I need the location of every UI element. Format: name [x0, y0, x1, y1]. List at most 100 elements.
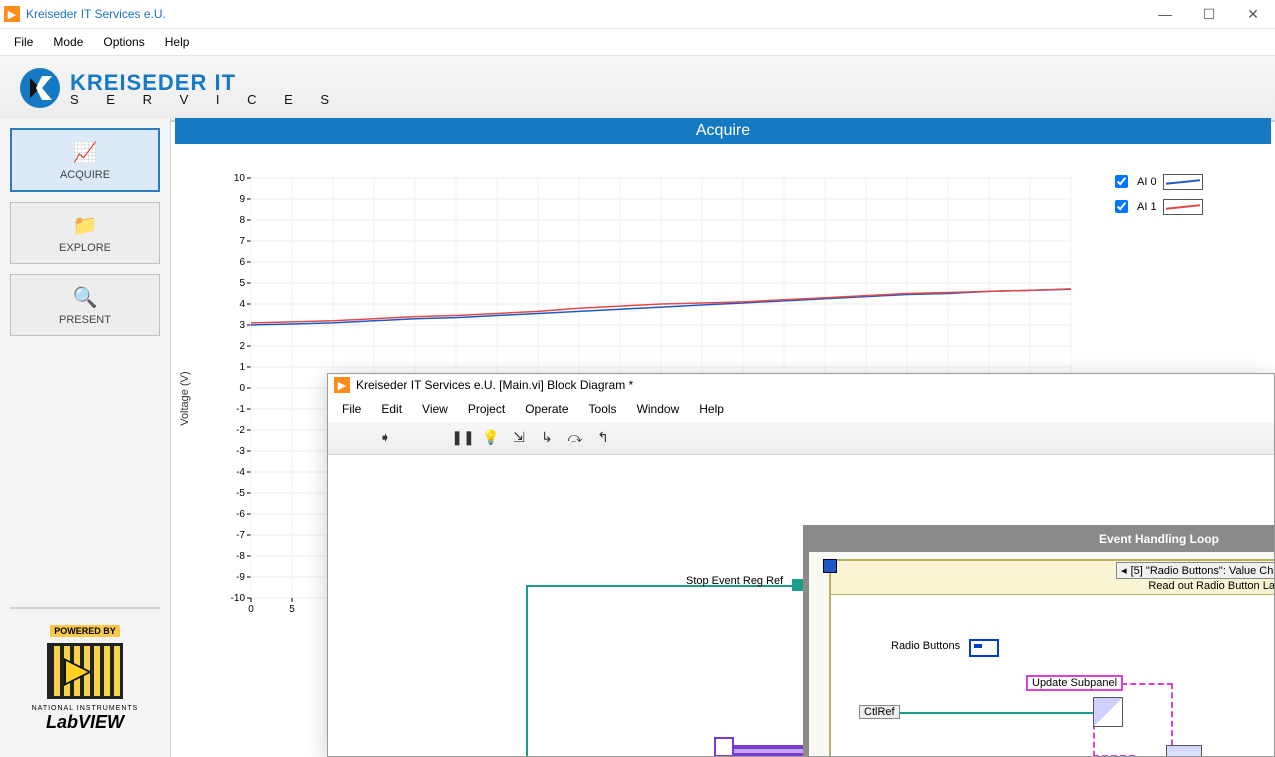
step-out-icon[interactable]: ↰ [594, 428, 612, 446]
svg-text:10: 10 [234, 173, 246, 184]
subpanel-vi-node[interactable] [1166, 745, 1202, 756]
sidebar-item-acquire[interactable]: 📈 ACQUIRE [10, 128, 160, 192]
block-diagram-window[interactable]: ▶ Kreiseder IT Services e.U. [Main.vi] B… [327, 373, 1275, 757]
svg-text:7: 7 [239, 236, 245, 247]
legend-item-ai1[interactable]: AI 1 [1111, 197, 1203, 216]
legend-item-ai0[interactable]: AI 0 [1111, 172, 1203, 191]
event-prev-icon[interactable]: ◂ [1121, 564, 1127, 577]
highlight-icon[interactable]: 💡 [482, 428, 500, 446]
sub-menu-file[interactable]: File [334, 400, 369, 418]
menubar: File Mode Options Help [0, 29, 1275, 56]
y-axis-label: Voltage (V) [179, 371, 191, 425]
menu-file[interactable]: File [6, 33, 41, 51]
app-icon: ▶ [4, 6, 20, 22]
svg-text:-10: -10 [231, 593, 246, 604]
svg-text:3: 3 [239, 320, 245, 331]
subwin-icon: ▶ [334, 377, 350, 393]
svg-text:-3: -3 [236, 446, 245, 457]
legend-checkbox-ai0[interactable] [1115, 175, 1128, 188]
sub-menu-project[interactable]: Project [460, 400, 513, 418]
subwin-menubar: File Edit View Project Operate Tools Win… [328, 396, 1274, 422]
svg-text:4: 4 [239, 299, 245, 310]
sidebar: 📈 ACQUIRE 📁 EXPLORE 🔍 PRESENT POWERED BY… [0, 118, 171, 757]
svg-text:-9: -9 [236, 572, 245, 583]
svg-text:-4: -4 [236, 467, 245, 478]
subwin-toolbar: ➧ ❚❚ 💡 ⇲ ↳ ⤼ ↰ [328, 422, 1274, 455]
event-subtitle: Read out Radio Button Label [1148, 579, 1274, 594]
node-update-subpanel[interactable]: Update Subpanel [1026, 675, 1123, 691]
close-button[interactable]: ✕ [1231, 0, 1275, 28]
svg-text:-1: -1 [236, 404, 245, 415]
property-node[interactable] [1093, 697, 1123, 727]
minimize-button[interactable]: — [1143, 0, 1187, 28]
label-radio-buttons: Radio Buttons [891, 640, 960, 652]
event-loop-frame: Event Handling Loop ◂ [5] "Radio Buttons… [803, 525, 1274, 756]
block-diagram-canvas[interactable]: Stop Event Reg Ref Event Handling Loop ◂… [328, 455, 1274, 756]
svg-text:-5: -5 [236, 488, 245, 499]
legend-label-ai1: AI 1 [1137, 201, 1157, 213]
app-title: Kreiseder IT Services e.U. [26, 7, 166, 21]
svg-text:-7: -7 [236, 530, 245, 541]
pause-icon[interactable]: ❚❚ [454, 428, 472, 446]
svg-text:5: 5 [289, 604, 295, 615]
svg-text:-2: -2 [236, 425, 245, 436]
sidebar-icon-explore: 📁 [73, 213, 98, 238]
titlebar: ▶ Kreiseder IT Services e.U. — ☐ ✕ [0, 0, 1275, 29]
sidebar-label-explore: EXPLORE [59, 242, 111, 254]
logo-icon [18, 66, 62, 110]
bus-tunnel-left [714, 737, 734, 756]
svg-text:1: 1 [239, 362, 245, 373]
retain-icon[interactable]: ⇲ [510, 428, 528, 446]
maximize-button[interactable]: ☐ [1187, 0, 1231, 28]
svg-text:-6: -6 [236, 509, 245, 520]
label-stop-event-ref: Stop Event Reg Ref [686, 575, 783, 587]
wire-ctlref [899, 712, 1094, 714]
logo-sub: S E R V I C E S [70, 92, 341, 107]
sub-menu-edit[interactable]: Edit [373, 400, 410, 418]
node-ctlref[interactable]: CtlRef [859, 705, 900, 719]
sub-menu-view[interactable]: View [414, 400, 456, 418]
svg-text:6: 6 [239, 257, 245, 268]
svg-text:9: 9 [239, 194, 245, 205]
svg-text:0: 0 [248, 604, 254, 615]
page-title: Acquire [175, 118, 1271, 144]
legend-label-ai0: AI 0 [1137, 176, 1157, 188]
powered-tag: POWERED BY [50, 625, 120, 637]
step-over-icon[interactable]: ⤼ [566, 428, 584, 446]
powered-by: POWERED BY NATIONAL INSTRUMENTS LabVIEW [10, 607, 160, 747]
sidebar-item-present[interactable]: 🔍 PRESENT [10, 274, 160, 336]
sub-menu-operate[interactable]: Operate [517, 400, 576, 418]
terminal-radio-buttons[interactable] [969, 639, 999, 657]
subwin-titlebar[interactable]: ▶ Kreiseder IT Services e.U. [Main.vi] B… [328, 374, 1274, 396]
legend-checkbox-ai1[interactable] [1115, 200, 1128, 213]
wire-teal [526, 585, 818, 756]
run-icon[interactable]: ➧ [376, 428, 394, 446]
powered-product: LabVIEW [24, 712, 146, 733]
menu-options[interactable]: Options [95, 33, 152, 51]
powered-ni: NATIONAL INSTRUMENTS [24, 705, 146, 712]
event-structure: ◂ [5] "Radio Buttons": Value Change ▾ ▸ … [829, 559, 1274, 756]
sidebar-item-explore[interactable]: 📁 EXPLORE [10, 202, 160, 264]
subwin-title: Kreiseder IT Services e.U. [Main.vi] Blo… [356, 378, 633, 392]
sidebar-icon-acquire: 📈 [73, 140, 98, 165]
sub-menu-window[interactable]: Window [629, 400, 688, 418]
svg-text:8: 8 [239, 215, 245, 226]
header: KREISEDER IT S E R V I C E S [0, 56, 1275, 122]
legend-swatch-ai0 [1163, 174, 1203, 190]
sub-menu-help[interactable]: Help [691, 400, 732, 418]
menu-mode[interactable]: Mode [45, 33, 91, 51]
event-case-selector[interactable]: ◂ [5] "Radio Buttons": Value Change ▾ ▸ [1116, 562, 1274, 579]
sub-menu-tools[interactable]: Tools [581, 400, 625, 418]
svg-text:2: 2 [239, 341, 245, 352]
svg-text:0: 0 [239, 383, 245, 394]
step-into-icon[interactable]: ↳ [538, 428, 556, 446]
loop-title: Event Handling Loop [809, 531, 1274, 552]
loop-tunnel [823, 559, 837, 573]
legend-swatch-ai1 [1163, 199, 1203, 215]
menu-help[interactable]: Help [157, 33, 198, 51]
svg-text:-8: -8 [236, 551, 245, 562]
event-case-label: [5] "Radio Buttons": Value Change [1131, 565, 1274, 577]
sidebar-label-present: PRESENT [59, 314, 111, 326]
sidebar-icon-present: 🔍 [73, 285, 98, 310]
svg-text:5: 5 [239, 278, 245, 289]
